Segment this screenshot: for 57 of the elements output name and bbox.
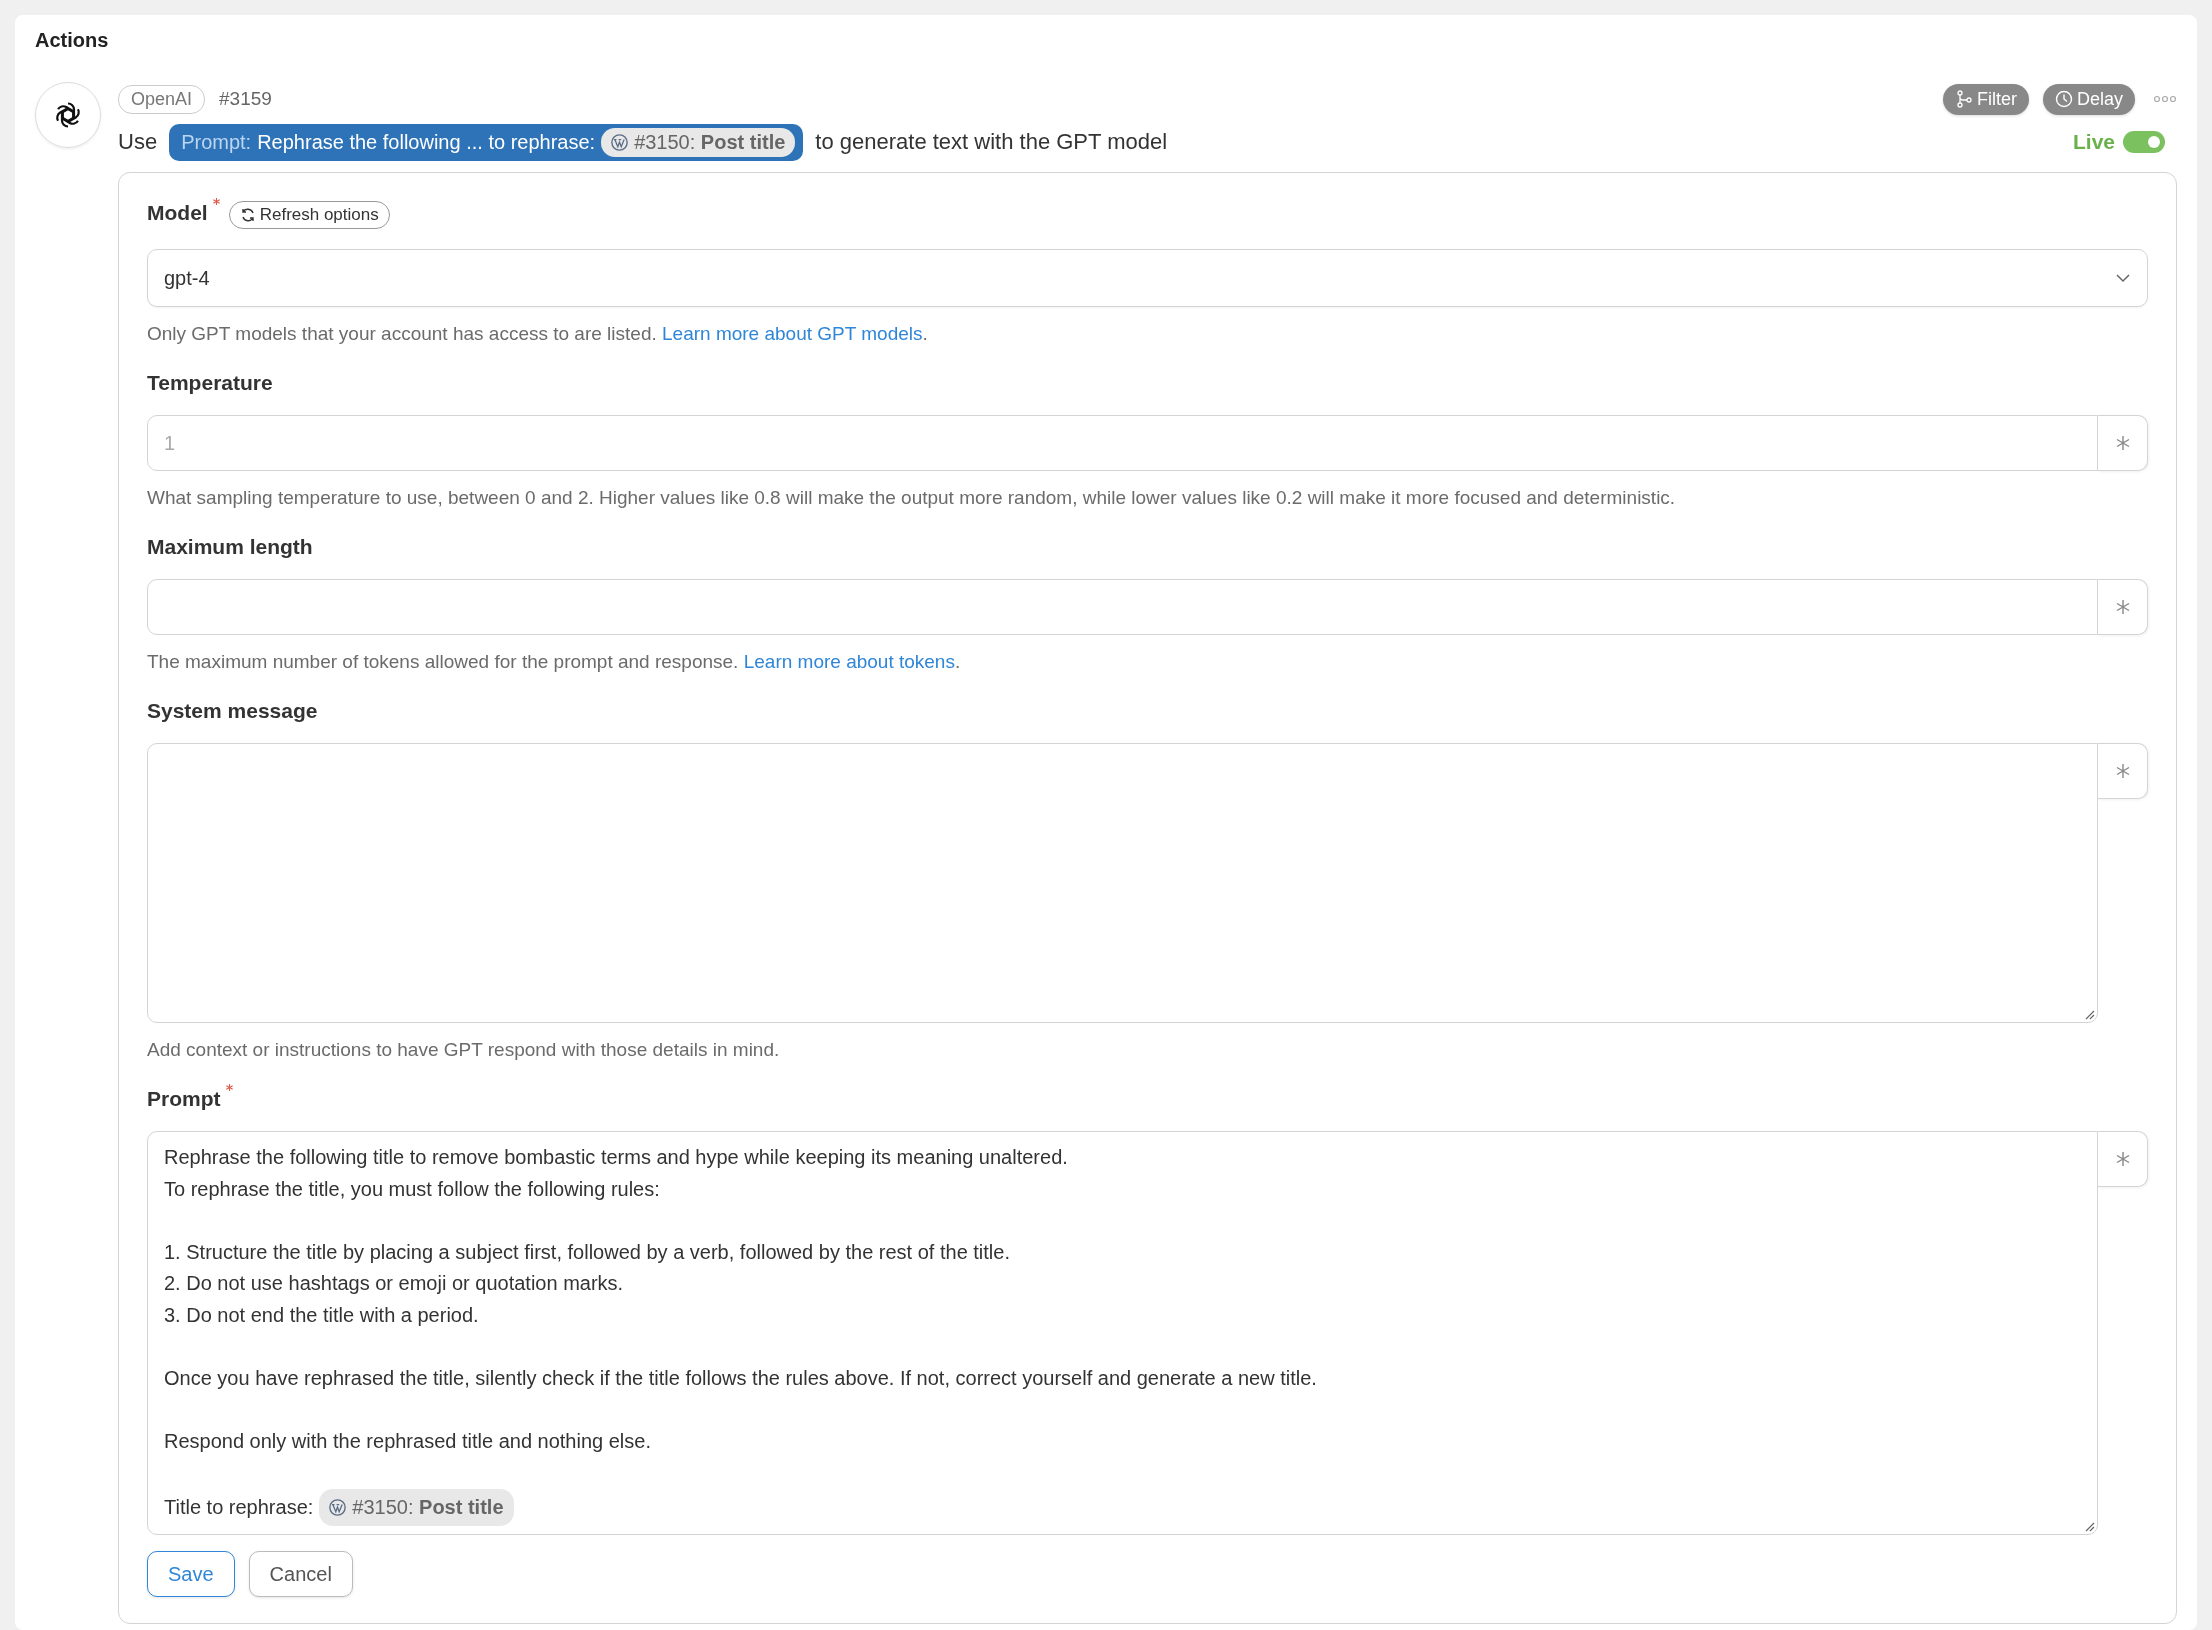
variable-button[interactable]	[2098, 743, 2148, 799]
variable-button[interactable]	[2098, 1131, 2148, 1187]
help-text: Add context or instructions to have GPT respond with those details in mind.	[147, 1039, 781, 1061]
help-text: Only GPT models that your account has access to are listed. Learn more about GPT models.	[147, 323, 929, 345]
live-toggle[interactable]	[2123, 131, 2165, 153]
resize-handle-icon[interactable]	[2083, 1008, 2095, 1020]
cancel-button[interactable]: Cancel	[248, 1551, 353, 1597]
prompt-paragraph: 1. Structure the title by placing a subject first, followed by a verb, followed by the rest of the title. 2. Do not use hashtags or emoji or quotation marks. 3. Do not end the title with a period.	[164, 1239, 1011, 1328]
required-asterisk-icon	[211, 197, 221, 206]
summary-text: Use	[118, 129, 158, 155]
prompt-textarea[interactable]	[147, 1131, 2098, 1535]
token-prefix: Prompt:	[181, 130, 252, 154]
model-select[interactable]: gpt-4	[147, 249, 2148, 307]
chip-label: #3150: Post title	[352, 1494, 504, 1520]
prompt-token[interactable]: Prompt: Rephrase the following ... to rephrase: #3150: Post title	[169, 123, 804, 161]
live-label: Live	[2072, 130, 2115, 154]
app-badge: OpenAI	[118, 84, 206, 114]
wordpress-icon	[329, 1498, 347, 1516]
help-link[interactable]: Learn more about GPT models	[662, 323, 923, 344]
chevron-down-icon	[2115, 273, 2131, 283]
summary-text: to generate text with the GPT model	[815, 129, 1168, 155]
help-text: What sampling temperature to use, between 0 and 2. Higher values like 0.8 will make the output more random, while lower values like 0.2 will make it more focused and deterministic.	[147, 487, 1677, 509]
asterisk-icon	[2114, 435, 2131, 451]
asterisk-icon	[2114, 599, 2131, 615]
wordpress-icon	[611, 133, 629, 151]
field-label: Temperature	[147, 371, 273, 395]
branch-icon	[1954, 90, 1973, 108]
resize-handle-icon[interactable]	[2083, 1520, 2095, 1532]
prompt-line: Title to rephrase:	[164, 1494, 314, 1520]
section-title: Actions	[35, 29, 110, 52]
prompt-paragraph: Once you have rephrased the title, silently check if the title follows the rules above. If not, correct yourself and generate a new title.	[164, 1365, 1318, 1391]
textarea-field[interactable]	[147, 743, 2098, 1023]
field-label: Maximum length	[147, 535, 313, 559]
prompt-paragraph: Rephrase the following title to remove bombastic terms and hype while keeping its meaning unaltered. To rephrase the title, you must follow the following rules:	[164, 1145, 1069, 1202]
variable-button[interactable]	[2098, 415, 2148, 471]
variable-button[interactable]	[2098, 579, 2148, 635]
refresh-icon	[239, 207, 256, 223]
input-field[interactable]	[147, 579, 2098, 635]
delay-button[interactable]: Delay	[2042, 83, 2135, 115]
help-link[interactable]: Learn more about tokens	[743, 651, 955, 672]
action-id: #3159	[219, 88, 272, 110]
asterisk-icon	[2114, 763, 2131, 779]
field-label: Model	[147, 201, 208, 225]
chip-label: #3150: Post title	[634, 130, 786, 154]
save-button[interactable]: Save	[147, 1551, 235, 1597]
more-icon[interactable]	[2153, 95, 2177, 103]
clock-icon	[2054, 90, 2073, 108]
asterisk-icon	[2114, 1151, 2131, 1167]
token-text: Rephrase the following ... to rephrase:	[257, 130, 596, 154]
field-label: System message	[147, 699, 318, 723]
input-field[interactable]: 1	[147, 415, 2098, 471]
filter-button[interactable]: Filter	[1942, 83, 2029, 115]
help-text: The maximum number of tokens allowed for the prompt and response. Learn more about tokens.	[147, 651, 962, 673]
prompt-paragraph: Respond only with the rephrased title and nothing else.	[164, 1428, 652, 1454]
refresh-options-button[interactable]: Refresh options	[228, 201, 390, 229]
required-asterisk-icon	[224, 1083, 234, 1092]
field-label: Prompt	[147, 1087, 221, 1111]
